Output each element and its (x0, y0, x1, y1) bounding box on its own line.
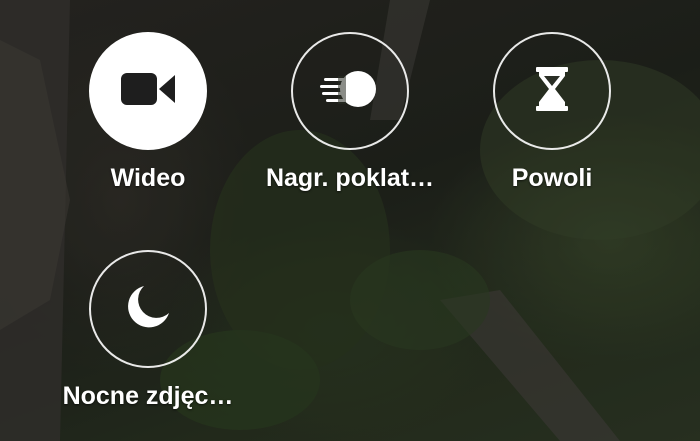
mode-hyperlapse[interactable]: Nagr. poklat… (250, 32, 450, 193)
hyperlapse-mode-label: Nagr. poklat… (265, 164, 435, 192)
video-mode-label: Wideo (110, 164, 186, 192)
hourglass-icon (534, 66, 570, 117)
night-mode-button[interactable] (89, 250, 207, 368)
mode-slow-motion[interactable]: Powoli (452, 32, 652, 193)
hyperlapse-mode-button[interactable] (291, 32, 409, 150)
night-mode-label: Nocne zdjęc… (62, 382, 234, 410)
moon-icon (124, 283, 172, 336)
video-mode-button[interactable] (89, 32, 207, 150)
mode-video[interactable]: Wideo (48, 32, 248, 193)
slow-motion-mode-button[interactable] (493, 32, 611, 150)
mode-night[interactable]: Nocne zdjęc… (48, 250, 248, 411)
video-camera-icon (119, 69, 177, 114)
slow-motion-mode-label: Powoli (511, 164, 593, 192)
hyperlapse-icon (320, 69, 380, 114)
